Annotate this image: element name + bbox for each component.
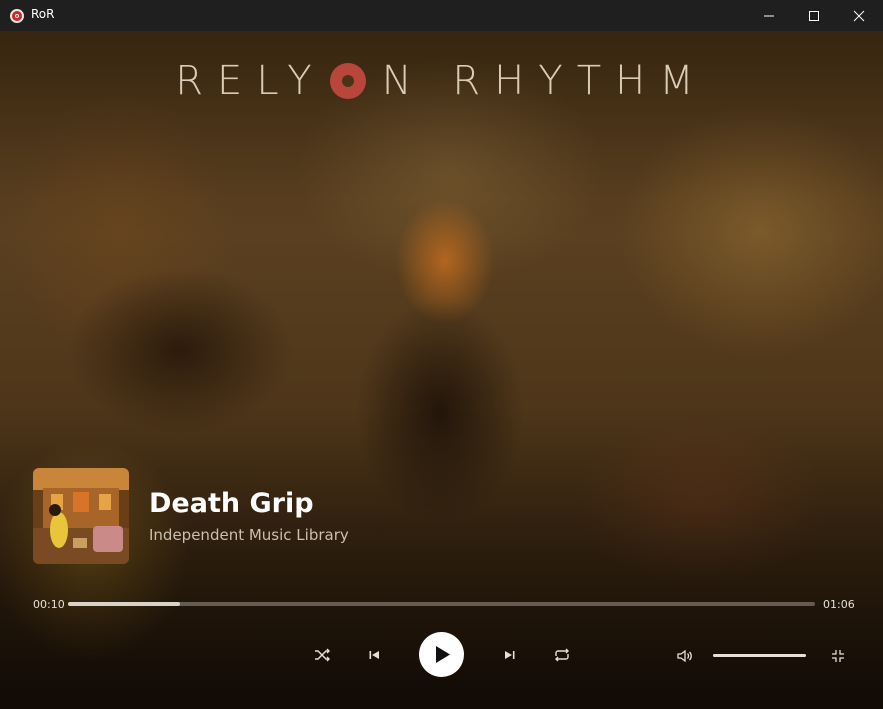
record-icon <box>10 9 24 23</box>
shuffle-button[interactable] <box>310 643 334 667</box>
shuffle-icon <box>315 648 330 662</box>
title-bar[interactable]: RoR <box>0 0 883 31</box>
album-art-illustration <box>33 468 129 564</box>
next-button[interactable] <box>498 643 522 667</box>
skip-next-icon <box>505 651 515 659</box>
volume-slider-fill <box>713 654 806 657</box>
play-button[interactable] <box>419 632 464 677</box>
album-art-image[interactable] <box>33 468 129 564</box>
minimize-icon <box>764 15 774 17</box>
close-icon <box>853 10 865 22</box>
elapsed-time: 00:10 <box>33 598 65 611</box>
skip-previous-icon <box>369 651 379 659</box>
repeat-button[interactable] <box>550 643 574 667</box>
blurred-background-art <box>0 31 883 709</box>
previous-button[interactable] <box>362 643 386 667</box>
collapse-icon <box>832 650 844 662</box>
app-logo: RELY N RHYTHM <box>0 58 883 104</box>
repeat-icon <box>555 648 569 662</box>
seek-bar-fill <box>68 602 181 606</box>
background-shade <box>0 31 883 709</box>
total-time: 01:06 <box>823 598 855 611</box>
track-title: Death Grip <box>149 488 314 519</box>
volume-button[interactable] <box>673 644 697 668</box>
play-icon <box>436 646 450 663</box>
volume-slider[interactable] <box>713 654 806 657</box>
logo-text-left: RELY <box>175 58 326 104</box>
seek-bar[interactable] <box>68 602 815 606</box>
logo-o-mark <box>329 63 366 99</box>
window-title: RoR <box>31 7 55 21</box>
app-window: RoR RELY N RHYTHM Death Grip Independent… <box>0 0 883 709</box>
logo-text-right: N RHYTHM <box>381 58 708 104</box>
maximize-button[interactable] <box>791 0 837 31</box>
volume-icon <box>677 649 692 663</box>
collapse-player-button[interactable] <box>826 644 850 668</box>
minimize-button[interactable] <box>746 0 792 31</box>
maximize-icon <box>809 11 819 21</box>
track-artist[interactable]: Independent Music Library <box>149 526 349 544</box>
close-button[interactable] <box>836 0 882 31</box>
